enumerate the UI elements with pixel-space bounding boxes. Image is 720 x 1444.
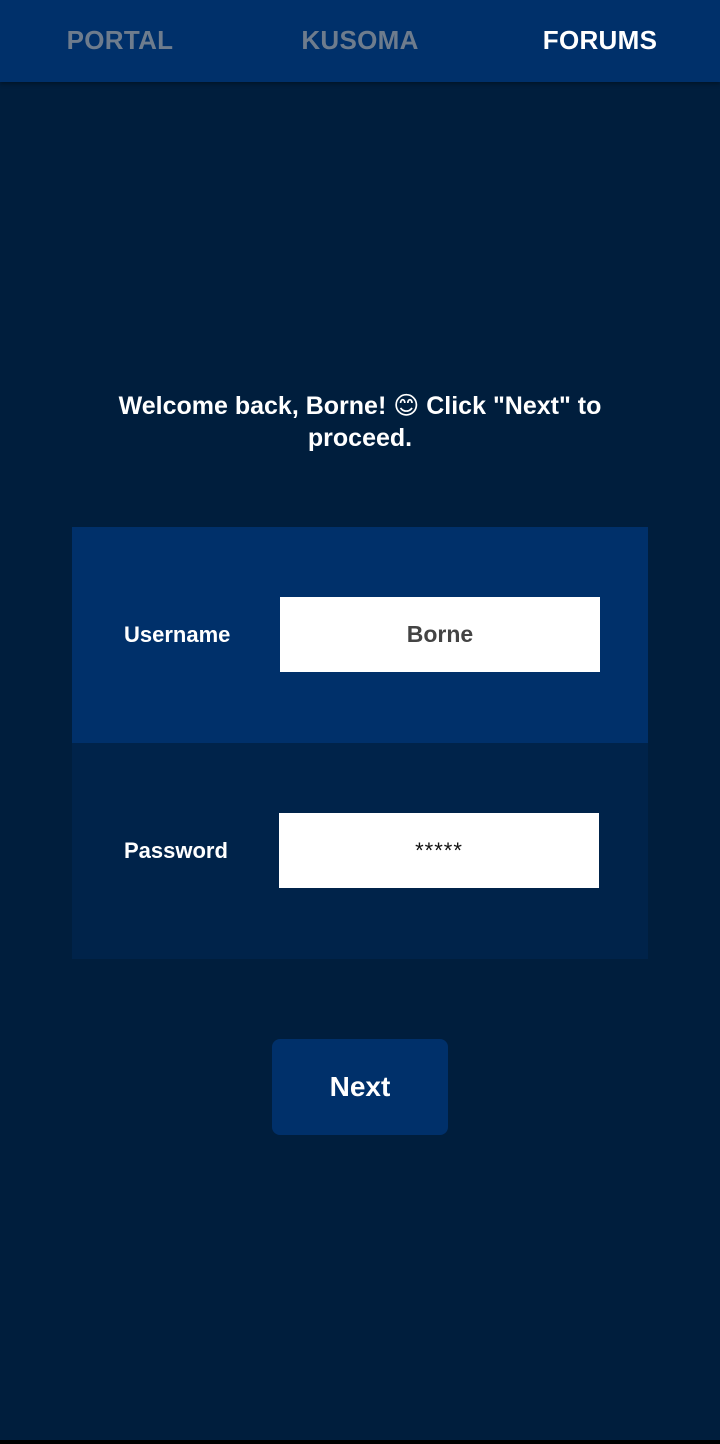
password-label: Password xyxy=(124,838,228,863)
username-row: Username xyxy=(72,527,648,743)
top-navigation-bar: PORTAL KUSOMA FORUMS xyxy=(0,0,720,82)
bottom-edge xyxy=(0,1440,720,1444)
username-field[interactable] xyxy=(280,597,600,672)
password-field[interactable] xyxy=(279,813,599,888)
welcome-message: Welcome back, Borne! 😊 Click "Next" to p… xyxy=(118,392,602,452)
password-row: Password xyxy=(72,743,648,959)
tab-forums[interactable]: FORUMS xyxy=(480,0,720,82)
tab-portal[interactable]: PORTAL xyxy=(0,0,240,82)
next-button[interactable]: Next xyxy=(272,1039,448,1135)
username-label: Username xyxy=(124,622,231,647)
tab-kusoma[interactable]: KUSOMA xyxy=(240,0,480,82)
login-form: Username Password xyxy=(72,527,648,959)
